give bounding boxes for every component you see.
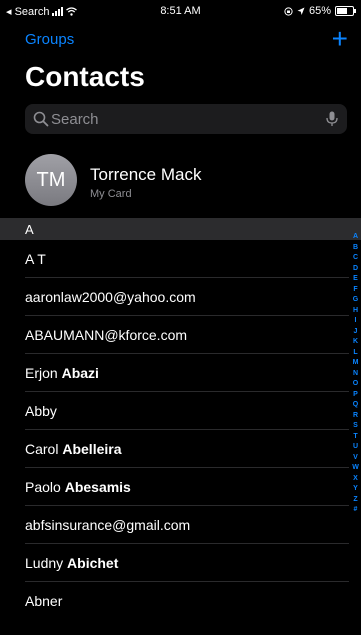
index-letter[interactable]: O (351, 379, 360, 390)
contact-first-name: aaronlaw2000@yahoo.com (25, 289, 196, 305)
index-letter[interactable]: I (351, 316, 360, 327)
index-letter[interactable]: X (351, 474, 360, 485)
contact-first-name: Ludny (25, 555, 64, 571)
avatar: TM (25, 154, 77, 206)
contact-row[interactable]: Carol Abelleira (0, 430, 361, 468)
contact-name: ABAUMANN@kforce.com (25, 327, 187, 343)
location-icon (297, 7, 305, 15)
groups-button[interactable]: Groups (25, 31, 74, 48)
contact-row[interactable]: abfsinsurance@gmail.com (0, 506, 361, 544)
my-card-name: Torrence Mack (90, 165, 202, 184)
index-letter[interactable]: U (351, 442, 360, 453)
index-letter[interactable]: R (351, 411, 360, 422)
contact-last-name: Abesamis (64, 479, 131, 495)
contact-name: abfsinsurance@gmail.com (25, 517, 190, 533)
contact-first-name: Carol (25, 441, 59, 457)
contact-row[interactable]: Abby (0, 392, 361, 430)
contact-name: Carol Abelleira (25, 441, 122, 457)
contact-row[interactable]: Paolo Abesamis (0, 468, 361, 506)
index-letter[interactable]: Y (351, 484, 360, 495)
contact-last-name: Abazi (61, 365, 99, 381)
index-letter[interactable]: A (351, 232, 360, 243)
contact-name: Abner (25, 593, 62, 609)
list-bottom-edge (0, 620, 361, 635)
contact-row[interactable]: aaronlaw2000@yahoo.com (0, 278, 361, 316)
contact-last-name: Abelleira (62, 441, 122, 457)
index-letter[interactable]: # (351, 505, 360, 516)
section-letter: A (25, 222, 34, 237)
index-letter[interactable]: P (351, 390, 360, 401)
section-header: A (0, 218, 361, 240)
search-input[interactable] (51, 104, 321, 134)
orientation-lock-icon (284, 6, 293, 16)
battery-icon (335, 6, 356, 16)
index-letter[interactable]: N (351, 369, 360, 380)
index-letter[interactable]: L (351, 348, 360, 359)
contact-first-name: Erjon (25, 365, 58, 381)
index-letter[interactable]: D (351, 264, 360, 275)
contact-row[interactable]: Abner (0, 582, 361, 620)
contact-row[interactable]: Ludny Abichet (0, 544, 361, 582)
index-letter[interactable]: T (351, 432, 360, 443)
index-letter[interactable]: F (351, 285, 360, 296)
my-card[interactable]: TM Torrence Mack My Card (0, 148, 361, 212)
index-letter[interactable]: H (351, 306, 360, 317)
contact-name: Ludny Abichet (25, 555, 118, 571)
contact-name: A T (25, 251, 46, 267)
add-contact-button[interactable]: + (332, 25, 348, 53)
index-letter[interactable]: B (351, 243, 360, 254)
contact-first-name: Abner (25, 593, 63, 609)
battery-percent: 65% (308, 5, 331, 17)
status-bar: ◂ Search 8:51 AM 65% (0, 0, 361, 24)
contact-list: A T aaronlaw2000@yahoo.com ABAUMANN@kforce… (0, 240, 361, 620)
contact-first-name: abfsinsurance@gmail.com (25, 517, 191, 533)
contact-first-name: A T (25, 251, 46, 267)
alphabet-index[interactable]: A B C D E F G H I J K L M N O P Q R S T U V W X Y Z # (351, 232, 360, 516)
contact-last-name: Abichet (67, 555, 119, 571)
index-letter[interactable]: V (351, 453, 360, 464)
contact-first-name: ABAUMANN@kforce.com (25, 327, 188, 343)
contact-name: Erjon Abazi (25, 365, 99, 381)
status-right: 65% (284, 5, 356, 17)
search-icon (33, 111, 49, 127)
contact-row[interactable]: Erjon Abazi (0, 354, 361, 392)
contact-row[interactable]: ABAUMANN@kforce.com (0, 316, 361, 354)
battery-level-fill (337, 8, 347, 14)
index-letter[interactable]: S (351, 421, 360, 432)
contact-name: aaronlaw2000@yahoo.com (25, 289, 196, 305)
index-letter[interactable]: W (351, 463, 360, 474)
contact-name: Paolo Abesamis (25, 479, 131, 495)
index-letter[interactable]: E (351, 274, 360, 285)
microphone-icon[interactable] (325, 111, 339, 127)
index-letter[interactable]: C (351, 253, 360, 264)
contact-row[interactable]: A T (0, 240, 361, 278)
index-letter[interactable]: Q (351, 400, 360, 411)
contact-name: Abby (25, 403, 57, 419)
index-letter[interactable]: M (351, 358, 360, 369)
search-bar[interactable] (25, 104, 347, 134)
contact-first-name: Paolo (25, 479, 61, 495)
contact-first-name: Abby (25, 403, 57, 419)
page-title: Contacts (25, 61, 145, 92)
my-card-label: My Card (90, 188, 132, 200)
index-letter[interactable]: Z (351, 495, 360, 506)
index-letter[interactable]: G (351, 295, 360, 306)
index-letter[interactable]: J (351, 327, 360, 338)
index-letter[interactable]: K (351, 337, 360, 348)
